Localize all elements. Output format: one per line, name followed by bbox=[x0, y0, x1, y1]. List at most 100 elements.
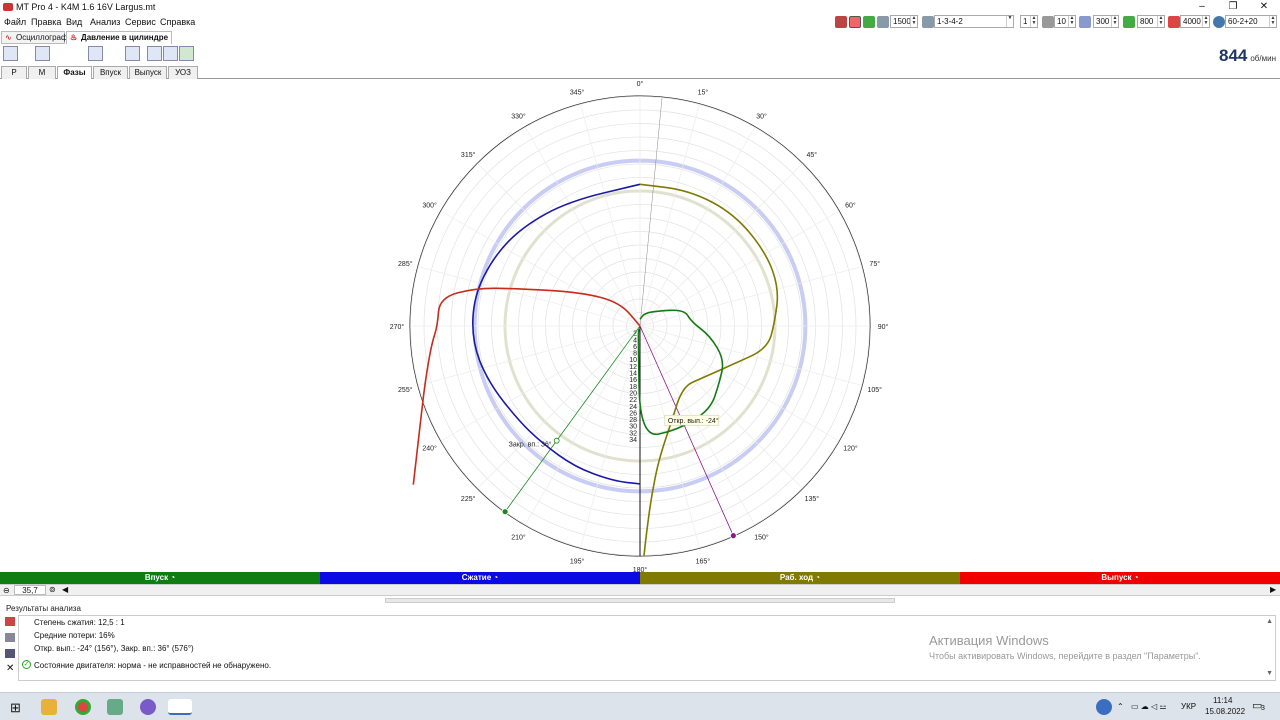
scroll-down-icon[interactable]: ▼ bbox=[1266, 670, 1273, 677]
record-icon[interactable] bbox=[849, 16, 861, 28]
tab-oscilloscope[interactable]: ∿ Осциллограф bbox=[1, 31, 68, 44]
spinner-arrows-icon[interactable]: ▲ ▼ bbox=[1068, 16, 1075, 27]
close-button[interactable]: ✕ bbox=[1252, 0, 1276, 15]
angle-label: 135° bbox=[805, 495, 820, 503]
scale-button[interactable] bbox=[163, 46, 178, 61]
angle-label: 105° bbox=[867, 386, 882, 394]
polar-chart[interactable]: 2468101214161820222426283032340°15°30°45… bbox=[0, 79, 1280, 572]
chevron-up-icon[interactable]: ⌃ bbox=[1117, 702, 1124, 711]
tab-exhaust[interactable]: Выпуск bbox=[129, 66, 167, 79]
rpm-readout: 844 об/мин bbox=[1219, 46, 1276, 66]
tray-icons[interactable]: ▭ ☁ ◁ ⚍ bbox=[1131, 702, 1167, 711]
value-spinner-5[interactable]: 800 ▲ ▼ bbox=[1137, 15, 1165, 28]
scroll-right-icon[interactable]: ▶ bbox=[1270, 585, 1276, 594]
grid-spoke bbox=[477, 325, 641, 489]
angle-label: 315° bbox=[461, 151, 476, 159]
collapse-icon[interactable]: ⊖ bbox=[3, 586, 10, 595]
file-explorer-icon[interactable] bbox=[41, 699, 57, 715]
phase-compression: Сжатие ◔ bbox=[320, 572, 640, 584]
cursor-button[interactable] bbox=[109, 46, 124, 61]
menu-edit[interactable]: Правка bbox=[31, 17, 61, 27]
value-spinner-4[interactable]: 300 ▲ ▼ bbox=[1093, 15, 1119, 28]
tab-ignition[interactable]: УОЗ bbox=[168, 66, 198, 79]
tab-phases[interactable]: Фазы bbox=[57, 66, 92, 79]
view-mode-4-button[interactable] bbox=[51, 46, 66, 61]
activation-watermark-text: Чтобы активировать Windows, перейдите в … bbox=[929, 651, 1201, 661]
angle-label: 165° bbox=[696, 558, 711, 566]
angle-label: 210° bbox=[511, 533, 526, 541]
copy-icon[interactable] bbox=[5, 633, 15, 642]
spinner-arrows-icon[interactable]: ▲ ▼ bbox=[1111, 16, 1118, 27]
view-mode-2-button[interactable] bbox=[19, 46, 34, 61]
windows-start-icon[interactable]: ⊞ bbox=[10, 700, 21, 716]
tab-cylinder-pressure[interactable]: ♨ Давление в цилиндре bbox=[66, 31, 172, 44]
angle-label: 45° bbox=[807, 151, 818, 159]
chevron-down-icon[interactable]: ▼ bbox=[1006, 16, 1013, 27]
wheel-select[interactable]: 60-2+20 ▲ ▼ bbox=[1225, 15, 1277, 28]
export-button[interactable] bbox=[179, 46, 194, 61]
exhaust-open-label: Откр. вып.: -24° bbox=[668, 417, 719, 425]
intake-close-label: Закр. вп.: 36° bbox=[509, 441, 552, 449]
spinner-arrows-icon[interactable]: ▲ ▼ bbox=[1157, 16, 1164, 27]
viber-icon[interactable] bbox=[140, 699, 156, 715]
value-spinner-3[interactable]: 10 ▲ ▼ bbox=[1054, 15, 1076, 28]
tab-cylinder-pressure-label: Давление в цилиндре bbox=[81, 33, 169, 42]
firing-order-select[interactable]: 1-3-4-2 ▼ bbox=[934, 15, 1014, 28]
value-spinner-1[interactable]: 1500 ▲ ▼ bbox=[890, 15, 918, 28]
spinner-arrows-icon[interactable]: ▲ ▼ bbox=[1030, 16, 1037, 27]
menu-analysis[interactable]: Анализ bbox=[90, 17, 120, 27]
clear-icon[interactable] bbox=[5, 617, 15, 626]
tab-intake[interactable]: Впуск bbox=[93, 66, 128, 79]
menu-help[interactable]: Справка bbox=[160, 17, 195, 27]
target-icon[interactable]: ⊚ bbox=[49, 585, 56, 594]
value-spinner-2[interactable]: 1 ▲ ▼ bbox=[1020, 15, 1038, 28]
phase-exhaust: Выпуск ◔ bbox=[960, 572, 1280, 584]
mt-pro-taskbar-icon[interactable] bbox=[168, 699, 192, 715]
zoom-button[interactable] bbox=[125, 46, 140, 61]
spinner-arrows-icon[interactable]: ▲ ▼ bbox=[910, 16, 917, 27]
menu-service[interactable]: Сервис bbox=[125, 17, 156, 27]
save-icon[interactable] bbox=[863, 16, 875, 28]
view-mode-1-button[interactable] bbox=[3, 46, 18, 61]
settings-button[interactable] bbox=[195, 46, 210, 61]
scroll-left-icon[interactable]: ◀ bbox=[62, 585, 68, 594]
spinner-arrows-icon[interactable]: ▲ ▼ bbox=[1202, 16, 1209, 27]
spinner-arrows-icon[interactable]: ▲ ▼ bbox=[1269, 16, 1276, 27]
polar-plot-area[interactable]: 2 4 6 8 10 12 14 16 18 20 22 24 26 28 30 32 34 0° 15° 30° 45… bbox=[0, 79, 1280, 572]
angle-label: 15° bbox=[698, 88, 709, 96]
position-scrollbar[interactable]: ⊖ 35,7 ⊚ ◀ ▶ bbox=[0, 584, 1280, 596]
language-indicator[interactable]: УКР bbox=[1181, 702, 1196, 711]
car-icon[interactable] bbox=[835, 16, 847, 28]
angle-label: 120° bbox=[843, 445, 858, 453]
markers-button[interactable] bbox=[72, 46, 87, 61]
pressure-icon: ♨ bbox=[70, 33, 78, 42]
maximize-button[interactable]: ❐ bbox=[1221, 0, 1245, 15]
rpm-unit: об/мин bbox=[1250, 54, 1276, 63]
menu-view[interactable]: Вид bbox=[66, 17, 82, 27]
angle-label: 300° bbox=[422, 202, 437, 210]
help-icon[interactable] bbox=[1096, 699, 1112, 715]
menu-file[interactable]: Файл bbox=[4, 17, 26, 27]
phase-button[interactable] bbox=[88, 46, 103, 61]
scroll-up-icon[interactable]: ▲ bbox=[1266, 618, 1273, 625]
close-results-icon[interactable]: ✕ bbox=[6, 663, 14, 674]
taskbar: ⊞ ⌃ ▭ ☁ ◁ ⚍ УКР 11:14 15.08.2022 ▭ 3 bbox=[0, 692, 1280, 720]
title-bar: MT Pro 4 - K4M 1.6 16V Largus.mt – ❐ ✕ bbox=[0, 0, 1280, 15]
chart-toolbar bbox=[0, 45, 220, 63]
view-mode-3-button[interactable] bbox=[35, 46, 50, 61]
chrome-icon[interactable] bbox=[75, 699, 91, 715]
angle-label: 345° bbox=[570, 88, 585, 96]
module-tabs: ∿ Осциллограф ♨ Давление в цилиндре bbox=[0, 30, 1280, 44]
minimize-button[interactable]: – bbox=[1190, 0, 1214, 15]
tab-m[interactable]: М bbox=[28, 66, 56, 79]
value-spinner-6[interactable]: 4000 ▲ ▼ bbox=[1180, 15, 1210, 28]
result-losses: Средние потери: 16% bbox=[34, 631, 115, 640]
tab-p[interactable]: Р bbox=[1, 66, 27, 79]
clock-date[interactable]: 15.08.2022 bbox=[1205, 707, 1245, 716]
speed-icon bbox=[1123, 16, 1135, 28]
app-icon-3[interactable] bbox=[107, 699, 123, 715]
save-report-icon[interactable] bbox=[5, 649, 15, 658]
result-compression: Степень сжатия: 12,5 : 1 bbox=[34, 618, 125, 627]
grid-button[interactable] bbox=[147, 46, 162, 61]
clock-time[interactable]: 11:14 bbox=[1213, 696, 1232, 705]
